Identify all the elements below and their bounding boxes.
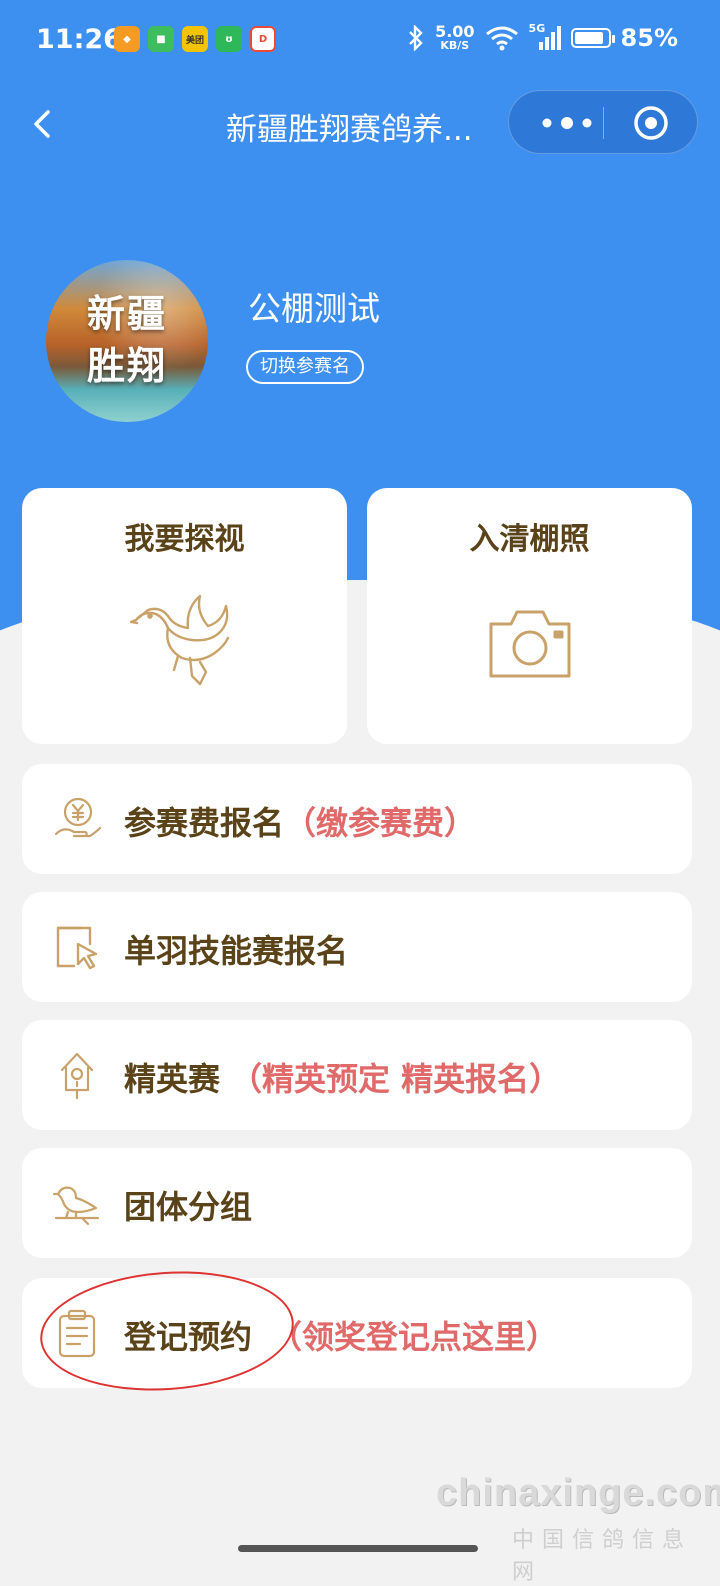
battery-percent: 85% <box>620 24 678 52</box>
orange-app-icon: ◆ <box>114 26 140 52</box>
battery-icon <box>570 28 615 48</box>
avatar: 新疆 胜翔 <box>46 260 208 422</box>
menu-label: 团体分组 <box>124 1188 253 1226</box>
user-name: 公棚测试 <box>248 289 380 328</box>
menu-note: （领奖登记点这里） <box>270 1318 559 1356</box>
status-bar: 11:26 ◆ ■ 美团 ʊ D 5.00 KB/S 5G 85% <box>0 0 720 80</box>
single-feather-skill-race-label: 单羽技能赛报名 <box>124 926 348 972</box>
switch-entry-name-button[interactable]: 切换参赛名 <box>246 350 364 384</box>
status-time: 11:26 <box>36 24 122 55</box>
team-grouping-label: 团体分组 <box>124 1182 252 1228</box>
signal-5g-icon: 5G <box>529 22 561 52</box>
more-dots-icon[interactable] <box>537 109 597 137</box>
page-title: 新疆胜翔赛鸽养... <box>226 112 473 148</box>
message-app-icon: ■ <box>148 26 174 52</box>
watermark-domain: chinaxinge.com <box>436 1472 720 1514</box>
watermark-site-name: 中国信鸽信息网 <box>512 1528 693 1585</box>
net-speed: 5.00 KB/S <box>435 24 474 52</box>
miniapp-capsule <box>508 90 698 154</box>
dove-icon <box>129 594 229 686</box>
entry-fee-registration-label: 参赛费报名（缴参赛费） <box>124 798 476 844</box>
net-speed-value: 5.00 <box>435 22 475 41</box>
money-hand-icon <box>54 797 102 838</box>
visit-tile-title: 我要探视 <box>124 522 245 557</box>
status-indicators: 5.00 KB/S 5G 85% <box>407 22 678 52</box>
menu-label: 精英赛 <box>124 1060 221 1098</box>
elite-race-label: 精英赛 （精英预定 精英报名） <box>124 1054 561 1100</box>
menu-note: （精英预定 精英报名） <box>230 1060 562 1098</box>
birdhouse-icon <box>60 1052 94 1100</box>
red-app-icon: D <box>250 26 276 52</box>
cleanup-photo-tile-title: 入清棚照 <box>469 522 590 557</box>
menu-label: 单羽技能赛报名 <box>124 932 349 970</box>
cleanup-photo-tile[interactable]: 入清棚照 <box>367 488 692 744</box>
camera-icon <box>489 610 570 678</box>
menu-note: （缴参赛费） <box>284 804 477 842</box>
entry-fee-registration-row[interactable]: 参赛费报名（缴参赛费） <box>22 764 692 874</box>
meituan-app-icon: 美团 <box>182 26 208 52</box>
bluetooth-icon <box>409 25 423 51</box>
wifi-icon <box>485 26 518 51</box>
cursor-select-icon <box>56 926 98 970</box>
capsule-divider <box>603 107 604 139</box>
avatar-logo-text: 新疆 胜翔 <box>46 288 208 392</box>
green-app-icon: ʊ <box>216 26 242 52</box>
net-speed-unit: KB/S <box>440 39 470 52</box>
home-indicator[interactable] <box>238 1545 478 1552</box>
single-feather-skill-race-row[interactable]: 单羽技能赛报名 <box>22 892 692 1002</box>
visit-tile[interactable]: 我要探视 <box>22 488 347 744</box>
back-arrow-icon[interactable] <box>26 104 66 144</box>
menu-label: 参赛费报名 <box>124 804 285 842</box>
team-grouping-row[interactable]: 团体分组 <box>22 1148 692 1258</box>
close-miniapp-icon[interactable] <box>633 105 669 141</box>
notification-app-icons: ◆ ■ 美团 ʊ D <box>114 26 276 52</box>
avatar-text-line2: 胜翔 <box>86 343 167 388</box>
bird-perch-icon <box>52 1186 100 1226</box>
avatar-text-line1: 新疆 <box>86 291 167 336</box>
elite-race-row[interactable]: 精英赛 （精英预定 精英报名） <box>22 1020 692 1130</box>
navigation-bar: 新疆胜翔赛鸽养... <box>0 90 720 156</box>
